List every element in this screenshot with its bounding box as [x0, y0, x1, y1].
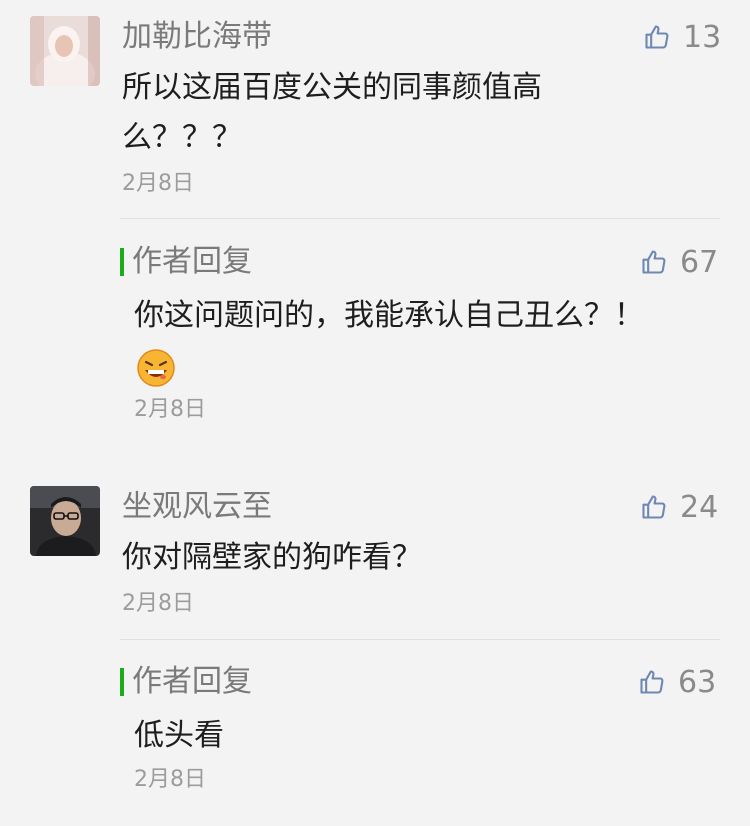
- avatar[interactable]: [30, 16, 100, 86]
- grinning-emoji-icon: [136, 348, 176, 388]
- comment-nickname[interactable]: 加勒比海带: [122, 19, 272, 55]
- reply-content: 你这问题问的，我能承认自己丑么？！: [134, 298, 644, 333]
- reply-date: 2月8日: [134, 767, 206, 792]
- reply-content: 低头看: [134, 718, 224, 753]
- comment-content-line: 所以这届百度公关的同事颜值高: [122, 70, 542, 105]
- comment-date: 2月8日: [122, 591, 194, 616]
- comment-content-line: 么？？？: [122, 120, 242, 155]
- like-count: 67: [680, 244, 719, 280]
- like-count: 63: [678, 664, 717, 700]
- comment-nickname[interactable]: 坐观风云至: [122, 489, 272, 525]
- like-button[interactable]: 67: [640, 244, 718, 280]
- reply-date: 2月8日: [134, 397, 206, 422]
- author-reply-label: 作者回复: [120, 664, 252, 700]
- like-button[interactable]: 24: [640, 489, 718, 525]
- thumbs-up-icon: [640, 670, 664, 694]
- thumbs-up-icon: [642, 495, 666, 519]
- reply-indicator-bar: [120, 668, 124, 696]
- thumbs-up-icon: [645, 25, 669, 49]
- author-reply-label: 作者回复: [120, 244, 252, 280]
- like-button[interactable]: 63: [638, 664, 716, 700]
- divider: [120, 639, 720, 640]
- comment-date: 2月8日: [122, 171, 194, 196]
- reply-indicator-bar: [120, 248, 124, 276]
- author-reply-text: 作者回复: [132, 664, 252, 699]
- comment-content: 所以这届百度公关的同事颜值高 么？？？: [122, 66, 622, 160]
- divider: [120, 218, 720, 219]
- thumbs-up-icon: [642, 250, 666, 274]
- like-count: 13: [683, 19, 722, 55]
- like-button[interactable]: 13: [643, 19, 721, 55]
- avatar[interactable]: [30, 486, 100, 556]
- comment-content: 你对隔壁家的狗咋看？: [122, 540, 422, 575]
- author-reply-text: 作者回复: [132, 244, 252, 279]
- like-count: 24: [680, 489, 719, 525]
